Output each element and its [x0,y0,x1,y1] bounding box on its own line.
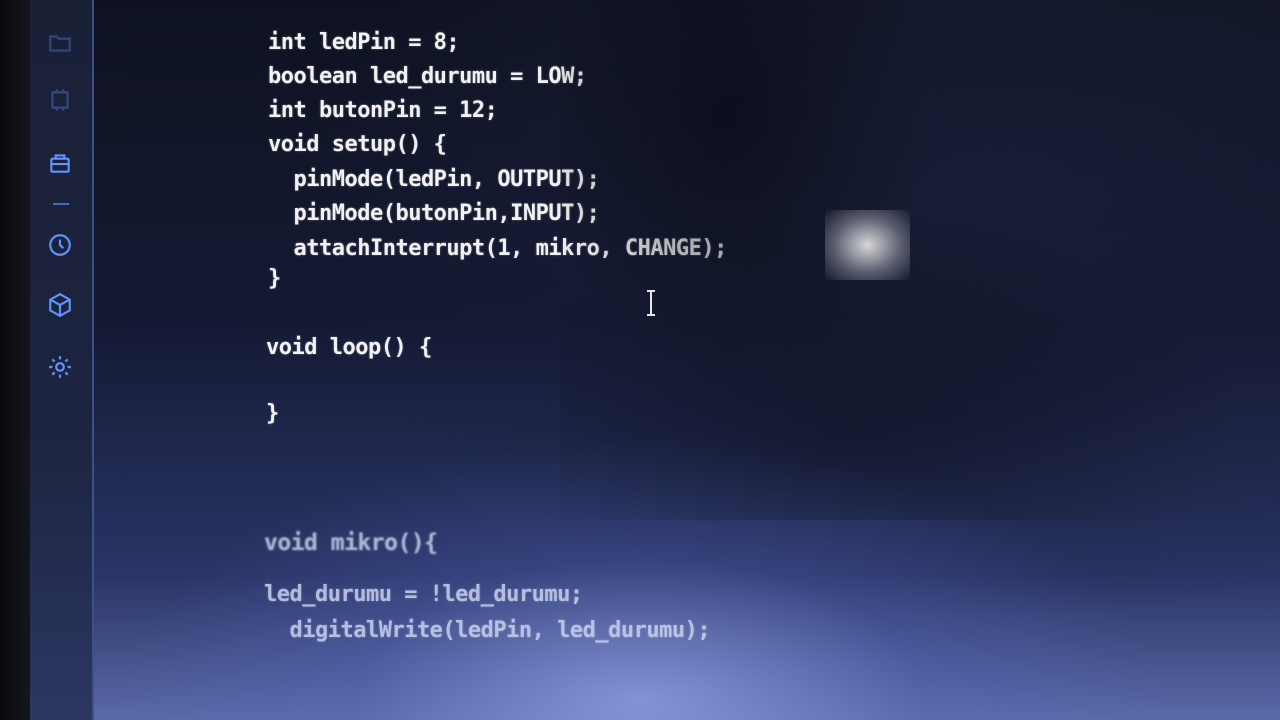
text-cursor-icon [647,290,655,316]
code-line[interactable]: led_durumu = !led_durumu; [264,582,583,607]
board-icon[interactable] [45,85,75,115]
code-line[interactable]: int butonPin = 12; [268,98,498,123]
code-line[interactable]: } [266,401,279,426]
code-line[interactable]: void loop() { [266,335,432,360]
code-line[interactable]: int ledPin = 8; [268,30,460,55]
code-line[interactable]: digitalWrite(ledPin, led_durumu); [264,618,710,643]
code-line[interactable]: pinMode(butonPin,INPUT); [268,201,599,226]
activity-bar-separator [53,203,69,205]
code-line[interactable]: boolean led_durumu = LOW; [268,64,587,89]
screen: int ledPin = 8; boolean led_durumu = LOW… [0,0,1280,720]
code-line[interactable]: pinMode(ledPin, OUTPUT); [268,167,599,192]
library-icon[interactable] [45,148,75,178]
code-line[interactable]: attachInterrupt(1, mikro, CHANGE); [268,236,727,261]
code-line[interactable]: } [268,266,281,291]
folder-icon[interactable] [45,28,75,58]
code-line[interactable]: void mikro(){ [264,530,438,556]
debug-icon[interactable] [45,230,75,260]
code-editor[interactable]: int ledPin = 8; boolean led_durumu = LOW… [94,0,1280,720]
activity-bar [30,0,94,720]
monitor-bezel [0,0,30,720]
gear-icon[interactable] [45,352,75,382]
cube-icon[interactable] [45,290,75,320]
code-line[interactable]: void setup() { [268,132,447,157]
